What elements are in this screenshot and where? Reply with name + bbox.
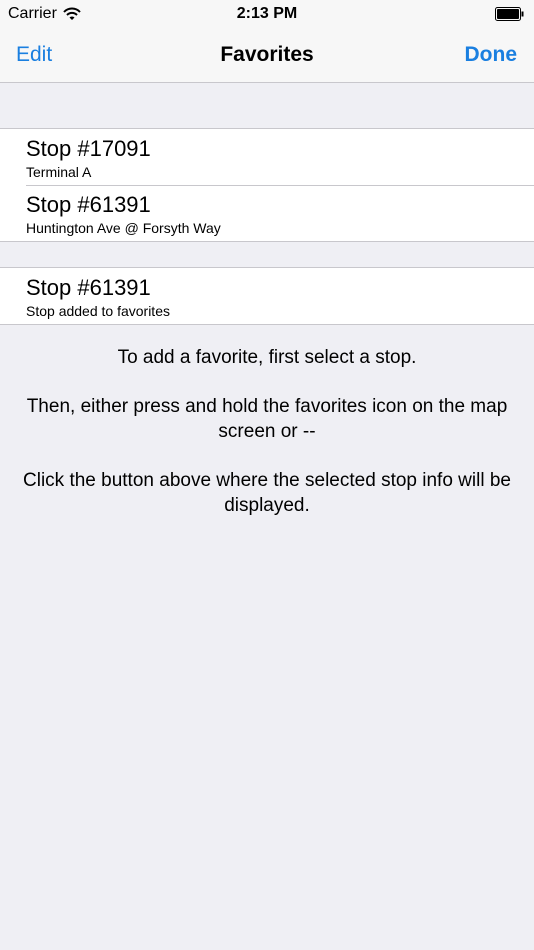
status-time: 2:13 PM xyxy=(236,5,298,22)
selected-stop-section: Stop #61391 Stop added to favorites xyxy=(0,267,534,325)
favorite-row[interactable]: Stop #17091 Terminal A xyxy=(0,129,534,185)
status-bar: Carrier 2:13 PM xyxy=(0,0,534,30)
favorite-title: Stop #61391 xyxy=(26,192,151,217)
instruction-line: To add a favorite, first select a stop. xyxy=(117,347,417,368)
done-button[interactable]: Done xyxy=(465,43,518,67)
selected-stop-button[interactable]: Stop #61391 Stop added to favorites xyxy=(0,268,534,324)
page-title: Favorites xyxy=(220,43,314,66)
favorite-row[interactable]: Stop #61391 Huntington Ave @ Forsyth Way xyxy=(0,185,534,241)
selected-stop-title: Stop #61391 xyxy=(26,275,151,300)
navigation-bar: Edit Favorites Done xyxy=(0,30,534,83)
battery-full-icon xyxy=(495,7,525,21)
favorite-title: Stop #17091 xyxy=(26,136,151,161)
instruction-line: Then, either press and hold the favorite… xyxy=(26,396,508,442)
favorite-subtitle: Huntington Ave @ Forsyth Way xyxy=(26,220,221,236)
instruction-line: Click the button above where the selecte… xyxy=(23,470,511,516)
favorite-subtitle: Terminal A xyxy=(26,164,92,180)
selected-stop-status: Stop added to favorites xyxy=(26,303,170,319)
favorites-list: Stop #17091 Terminal A Stop #61391 Hunti… xyxy=(0,128,534,242)
instructions-text: To add a favorite, first select a stop. … xyxy=(0,345,534,542)
